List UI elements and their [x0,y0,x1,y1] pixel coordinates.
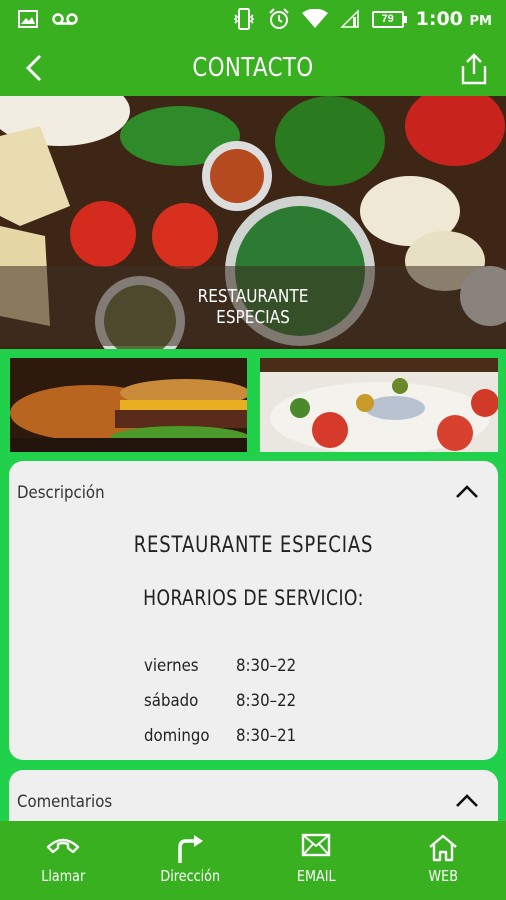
schedule-hours: 8:30–22 [236,691,297,711]
image-notification-icon [18,10,38,28]
hours-heading: HORARIOS DE SERVICIO: [143,586,364,610]
comments-header[interactable]: Comentarios [17,792,112,812]
vibrate-icon [233,8,254,30]
chevron-up-icon[interactable] [454,790,480,810]
hero-image: RESTAURANTE ESPECIAS [0,96,506,349]
salad-photo-thumbnail[interactable] [260,358,498,452]
schedule-row: sábado 8:30–22 [144,691,304,726]
schedule-day: viernes [144,656,199,676]
schedule-hours: 8:30–22 [236,656,297,676]
phone-icon [47,838,80,854]
burger-photo-thumbnail[interactable] [10,358,247,452]
home-icon [428,834,457,862]
battery-icon: 79 [371,10,407,28]
schedule-day: domingo [144,726,210,746]
nav-email[interactable]: EMAIL [253,821,380,900]
salad-illustration [260,358,498,452]
nav-web-label: WEB [428,867,458,885]
nav-email-label: EMAIL [296,867,336,885]
burger-illustration [10,358,247,452]
wifi-icon [301,9,328,28]
envelope-icon [302,833,331,857]
nav-directions[interactable]: Dirección [127,821,254,900]
signal-icon [339,9,359,28]
hero-caption: RESTAURANTE ESPECIAS [197,286,309,328]
status-bar: 79 1:00 PM [0,0,506,41]
schedule-row: domingo 8:30–21 [144,726,304,761]
description-header[interactable]: Descripción [17,483,105,503]
bottom-nav: Llamar Dirección EMAIL WEB [0,821,506,900]
clock: 1:00 PM [415,8,492,30]
page-title: CONTACTO [192,53,314,83]
nav-directions-label: Dirección [159,867,220,885]
schedule-row: viernes 8:30–22 [144,656,304,691]
chevron-up-icon[interactable] [454,481,480,501]
turn-right-arrow-icon [178,835,203,863]
app-bar: CONTACTO [0,41,506,96]
schedule-day: sábado [144,691,199,711]
share-icon[interactable] [460,52,488,86]
description-card: Descripción RESTAURANTE ESPECIAS HORARIO… [9,461,498,760]
voicemail-icon [52,13,78,25]
nav-web[interactable]: WEB [380,821,506,900]
alarm-icon [268,8,289,29]
nav-call-label: Llamar [41,867,86,885]
schedule-hours: 8:30–21 [236,726,297,746]
nav-call[interactable]: Llamar [0,821,127,900]
schedule-list: viernes 8:30–22 sábado 8:30–22 domingo 8… [144,656,304,761]
restaurant-name: RESTAURANTE ESPECIAS [133,533,374,558]
